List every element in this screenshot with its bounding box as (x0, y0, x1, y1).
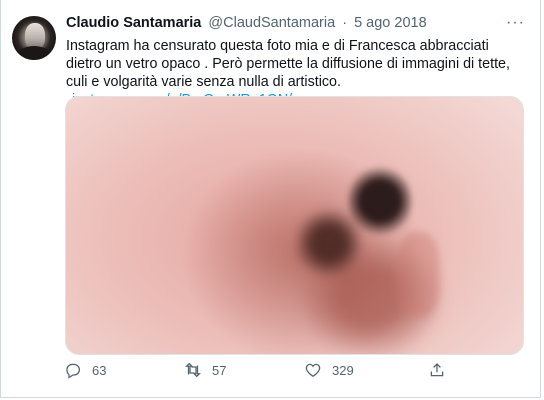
share-button[interactable] (428, 361, 446, 379)
reply-button[interactable]: 63 (64, 361, 106, 379)
tweet-actions: 63 57 329 (0, 361, 540, 385)
tweet-body: Instagram ha censurato questa foto mia e… (66, 38, 510, 90)
separator-dot: · (342, 15, 348, 31)
reply-icon (66, 363, 81, 379)
avatar-body (16, 46, 52, 60)
share-icon (430, 363, 444, 377)
photo-figure-arm (396, 232, 440, 318)
author-handle[interactable]: @ClaudSantamaria (208, 15, 335, 31)
author-name[interactable]: Claudio Santamaria (66, 15, 201, 31)
like-button[interactable]: 329 (304, 361, 354, 379)
tweet-photo[interactable] (65, 96, 524, 355)
photo-figure-head-right (348, 164, 412, 238)
retweet-icon (185, 362, 201, 378)
more-icon[interactable]: ··· (506, 14, 525, 32)
retweet-button[interactable]: 57 (184, 361, 226, 379)
reply-count: 63 (92, 362, 107, 378)
retweet-count: 57 (212, 362, 227, 378)
tweet-date[interactable]: 5 ago 2018 (354, 15, 427, 31)
like-count: 329 (332, 362, 354, 378)
like-icon (305, 363, 321, 377)
avatar[interactable] (12, 16, 56, 60)
tweet-header: Claudio Santamaria @ClaudSantamaria · 5 … (66, 15, 427, 31)
